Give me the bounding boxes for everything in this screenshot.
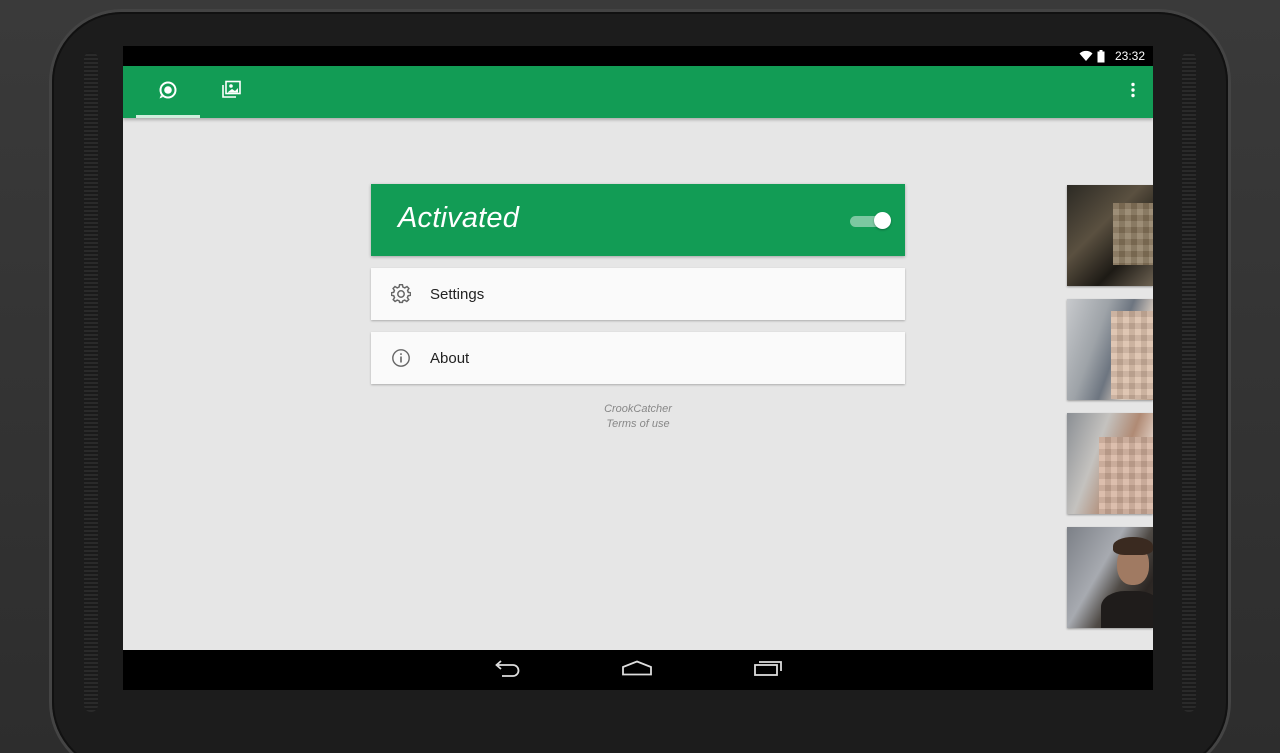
gallery-icon — [221, 80, 243, 105]
toggle-thumb — [874, 212, 891, 229]
terms-of-use-link[interactable]: Terms of use — [371, 417, 905, 432]
pixelated-face — [1113, 203, 1153, 265]
status-time: 23:32 — [1114, 49, 1145, 63]
battery-icon — [1097, 50, 1109, 63]
gear-icon — [390, 283, 412, 305]
activation-label: Activated — [398, 202, 520, 234]
captured-photo-thumbnail[interactable] — [1067, 413, 1153, 514]
overflow-menu-icon — [1131, 82, 1135, 103]
settings-menu-item[interactable]: Settings — [371, 268, 905, 320]
captured-photos-strip — [1067, 185, 1153, 641]
tab-gallery[interactable] — [200, 66, 264, 118]
activation-card: Activated — [371, 184, 905, 256]
navigation-bar — [123, 650, 1153, 690]
pixelated-face — [1099, 437, 1153, 514]
status-bar: 23:32 — [123, 46, 1153, 66]
back-button[interactable] — [477, 650, 537, 690]
hair — [1113, 537, 1153, 555]
selected-tab-indicator — [136, 115, 200, 118]
captured-photo-thumbnail[interactable] — [1067, 185, 1153, 286]
footer: CrookCatcher Terms of use — [371, 402, 905, 432]
speaker-grille-right — [1182, 52, 1196, 712]
detector-icon — [158, 80, 178, 105]
overflow-menu-button[interactable] — [1119, 66, 1147, 118]
app-name-link[interactable]: CrookCatcher — [371, 402, 905, 417]
about-label: About — [430, 349, 470, 367]
pixelated-face — [1111, 311, 1153, 399]
about-menu-item[interactable]: About — [371, 332, 905, 384]
recents-button[interactable] — [738, 650, 798, 690]
action-bar — [123, 66, 1153, 118]
device-screen: 23:32 Activated Settings About CrookCatc… — [123, 46, 1153, 690]
speaker-grille-left — [84, 52, 98, 712]
tab-detector[interactable] — [136, 66, 200, 118]
shoulders — [1101, 591, 1153, 628]
back-icon — [493, 659, 521, 682]
recents-icon — [753, 660, 783, 681]
captured-photo-thumbnail[interactable] — [1067, 527, 1153, 628]
activation-toggle[interactable] — [848, 211, 892, 231]
captured-photo-thumbnail[interactable] — [1067, 299, 1153, 400]
home-icon — [621, 660, 653, 681]
wifi-icon — [1079, 50, 1093, 62]
home-button[interactable] — [607, 650, 667, 690]
info-icon — [390, 347, 412, 369]
settings-label: Settings — [430, 285, 485, 303]
